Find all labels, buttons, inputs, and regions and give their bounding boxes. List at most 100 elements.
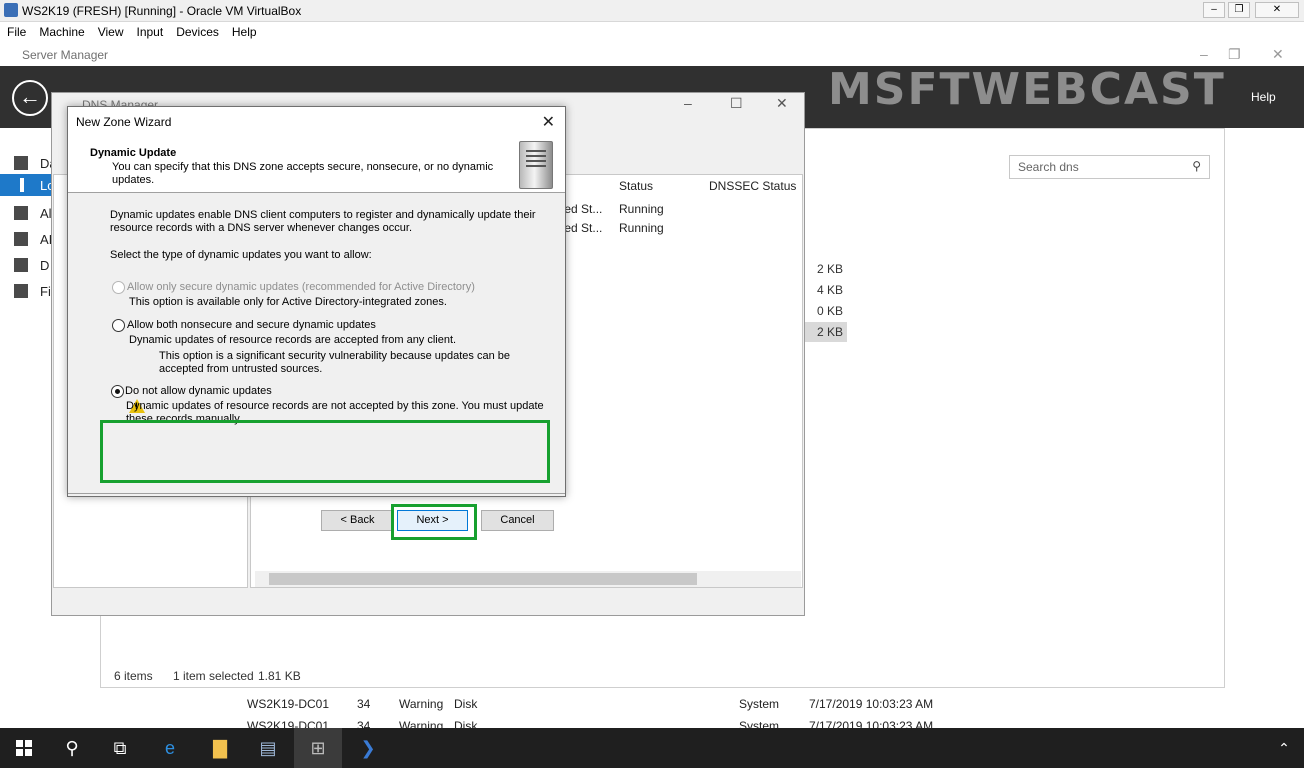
menu-view[interactable]: View [91,22,130,39]
option-label: Allow both nonsecure and secure dynamic … [127,319,376,331]
help-menu[interactable]: Help [1251,90,1276,104]
dashboard-icon [14,156,28,170]
powershell-icon[interactable]: ❯ [344,728,392,768]
guest-screen: Server Manager – ❐ ✕ ← MSFTWEBCAST Help … [0,44,1304,728]
highlight-box [391,504,477,540]
chevron-up-icon[interactable]: ⌃ [1264,728,1304,768]
vbox-window-title: WS2K19 (FRESH) [Running] - Oracle VM Vir… [22,4,302,18]
event-server: WS2K19-DC01 [247,697,330,711]
dns-close-icon[interactable]: ✕ [776,95,788,112]
event-row[interactable]: WS2K19-DC01 34 Warning Disk System 7/17/… [247,694,1247,714]
watermark-logo: MSFTWEBCAST [828,64,1226,115]
event-log: System [739,719,780,728]
size-cell: 4 KB [816,283,843,297]
radio-no-dynamic-updates[interactable] [111,385,124,398]
close-icon[interactable]: ✕ [1255,2,1299,18]
selection-size: 1.81 KB [258,669,301,683]
event-date: 7/17/2019 10:03:23 AM [809,719,934,728]
column-header-dnssec[interactable]: DNSSEC Status [709,179,796,193]
new-zone-wizard-dialog: New Zone Wizard ✕ Dynamic Update You can… [67,106,566,540]
wizard-titlebar: New Zone Wizard ✕ [68,107,565,137]
wizard-title: New Zone Wizard [76,115,172,129]
menu-devices[interactable]: Devices [169,22,225,39]
wizard-heading: Dynamic Update [90,147,177,159]
prompt-text: Select the type of dynamic updates you w… [110,249,372,261]
search-input[interactable]: Search dns ⚲ [1009,155,1210,179]
intro-text: Dynamic updates enable DNS client comput… [110,209,536,234]
status-bar: 6 items 1 item selected 1.81 KB [100,664,1225,688]
sidebar-item-dashboard[interactable]: Da [0,152,57,174]
scrollbar-thumb[interactable] [269,573,697,585]
sidebar-item-file-services[interactable]: Fi [0,280,52,302]
item-count: 6 items [114,669,153,683]
ad-icon [14,232,28,246]
menu-machine[interactable]: Machine [32,22,90,39]
vbox-menubar: File Machine View Input Devices Help [0,22,1304,44]
sidebar-item-all-servers[interactable]: Al [0,202,52,224]
back-arrow-icon[interactable]: ← [12,80,48,116]
server-manager-icon[interactable]: ▤ [244,728,292,768]
radio-secure-only[interactable] [112,281,125,294]
search-icon[interactable]: ⚲ [48,728,96,768]
server-manager-title: Server Manager [22,48,109,62]
sm-minimize-icon[interactable]: – [1200,46,1208,62]
menu-input[interactable]: Input [130,22,170,39]
menu-file[interactable]: File [0,22,32,39]
size-cell: 0 KB [816,304,843,318]
internet-explorer-icon[interactable]: e [146,728,194,768]
server-icon [519,141,553,189]
event-source: Disk [454,719,478,728]
restore-icon[interactable]: ❐ [1228,2,1250,18]
event-date: 7/17/2019 10:03:23 AM [809,697,934,711]
file-explorer-icon[interactable]: ▇ [196,728,244,768]
event-severity: Warning [399,697,444,711]
option-label: Allow only secure dynamic updates (recom… [127,281,475,293]
sm-close-icon[interactable]: ✕ [1272,46,1284,63]
column-header-status[interactable]: Status [619,179,653,193]
radio-nonsecure-and-secure[interactable] [112,319,125,332]
warning-text: This option is a significant security vu… [159,350,510,375]
local-server-icon [20,178,24,192]
event-source: Disk [454,697,478,711]
wizard-subheading: You can specify that this DNS zone accep… [112,161,494,186]
event-log: System [739,697,780,711]
sm-maximize-icon[interactable]: ❐ [1228,46,1241,63]
virtualbox-logo-icon [4,3,18,17]
minimize-icon[interactable]: – [1203,2,1225,18]
selection-count: 1 item selected [173,669,254,683]
event-id: 34 [357,697,371,711]
dns-manager-icon[interactable]: ⊞ [294,728,342,768]
server-manager-sidebar: Da Lo Al AI D Fi [0,128,57,728]
start-icon[interactable] [0,728,48,768]
dns-maximize-icon[interactable]: ☐ [730,95,743,112]
wizard-header: Dynamic Update You can specify that this… [68,137,565,193]
all-servers-icon [14,206,28,220]
task-view-icon[interactable]: ⧉ [96,728,144,768]
vbox-titlebar: WS2K19 (FRESH) [Running] - Oracle VM Vir… [0,0,1304,22]
event-id: 34 [357,719,371,728]
menu-help[interactable]: Help [225,22,263,39]
close-icon[interactable]: ✕ [542,112,555,132]
sidebar-item-ad[interactable]: AI [0,228,52,250]
highlight-box [100,420,550,483]
size-cell-selected: 2 KB [805,322,847,342]
size-cell: 2 KB [816,262,843,276]
option-desc: This option is available only for Active… [129,296,447,308]
event-server: WS2K19-DC01 [247,719,330,728]
divider [68,493,565,494]
back-button[interactable]: < Back [321,510,394,531]
option-desc: Dynamic updates of resource records are … [129,334,457,346]
search-icon: ⚲ [1192,159,1201,173]
sidebar-item-local-server[interactable]: Lo [0,174,54,196]
file-services-icon [14,284,28,298]
event-row[interactable]: WS2K19-DC01 34 Warning Disk System 7/17/… [247,716,1247,728]
cancel-button[interactable]: Cancel [481,510,554,531]
horizontal-scrollbar[interactable] [255,571,801,587]
sidebar-item-dns[interactable]: D [0,254,52,276]
server-manager-titlebar: Server Manager – ❐ ✕ [0,44,1304,66]
dns-icon [14,258,28,272]
dns-minimize-icon[interactable]: – [684,95,692,111]
taskbar: ⚲ ⧉ e ▇ ▤ ⊞ ❯ ⌃ [0,728,1304,768]
option-label: Do not allow dynamic updates [125,385,272,397]
event-severity: Warning [399,719,444,728]
